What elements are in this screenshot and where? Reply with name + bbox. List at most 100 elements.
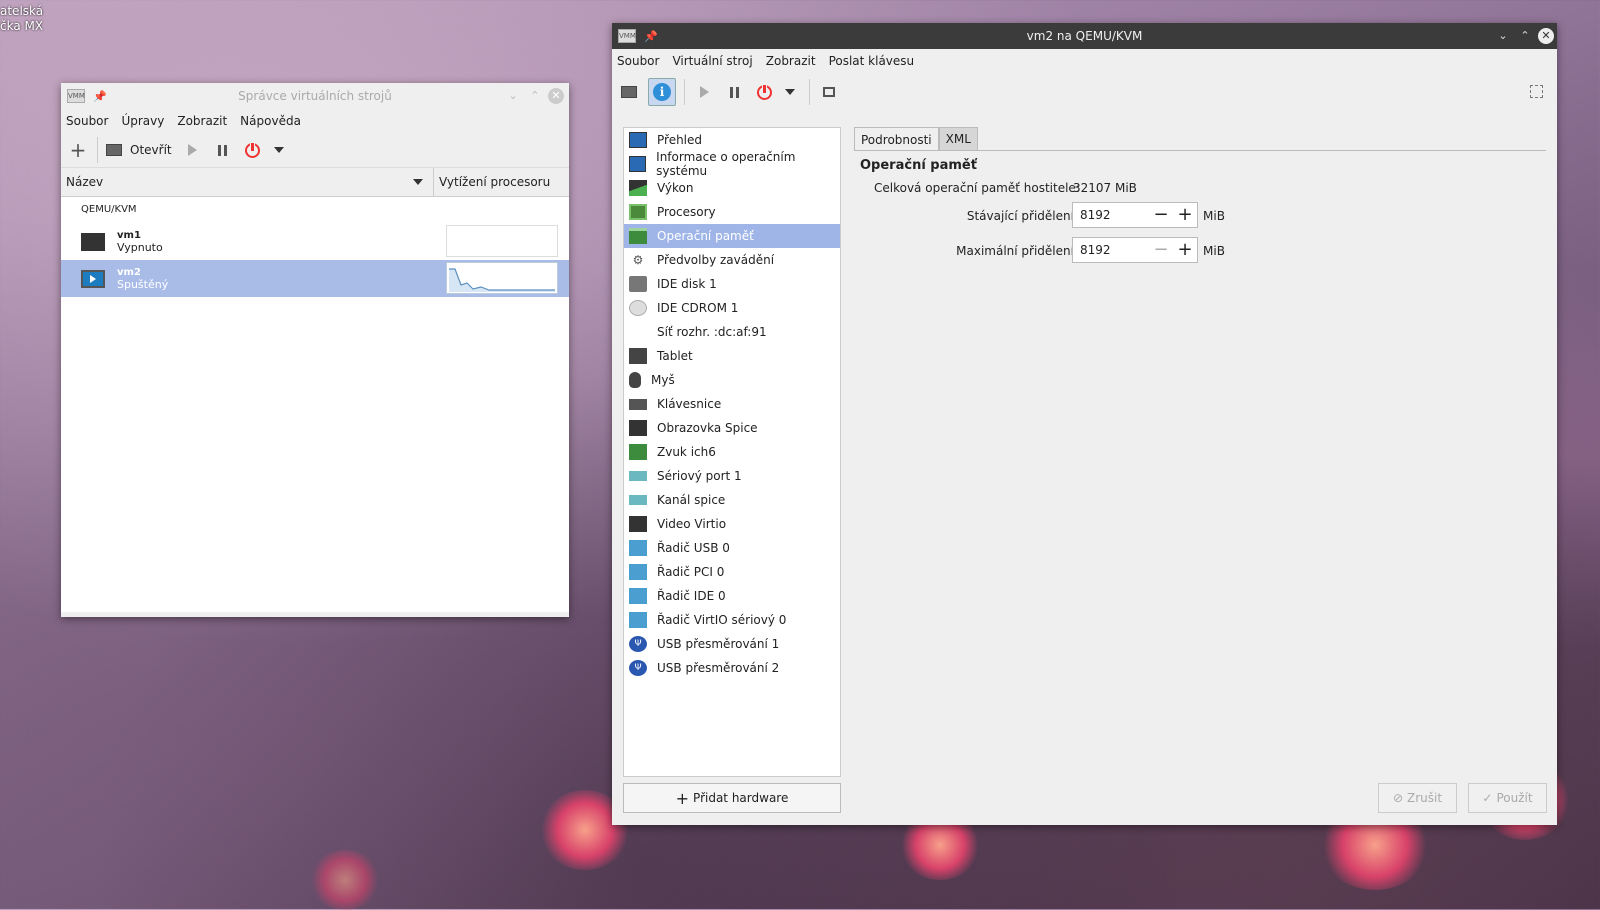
console-button[interactable]: [618, 81, 640, 103]
hardware-item[interactable]: Zvuk ich6: [624, 440, 840, 464]
pause-button[interactable]: [212, 139, 234, 161]
column-name[interactable]: Název: [61, 175, 433, 189]
shutdown-menu-button[interactable]: [268, 139, 290, 161]
channel-icon: [629, 495, 647, 505]
info-icon: i: [653, 83, 671, 101]
hardware-item[interactable]: Řadič VirtIO sériový 0: [624, 608, 840, 632]
add-hardware-button[interactable]: + Přidat hardware: [623, 783, 841, 813]
hardware-item[interactable]: Myš: [624, 368, 840, 392]
section-title: Operační paměť: [860, 158, 977, 173]
column-cpu[interactable]: Vytížení procesoru: [434, 175, 550, 189]
hardware-item[interactable]: Procesory: [624, 200, 840, 224]
cpu-usage-sparkline: [449, 268, 555, 292]
tab-divider: [854, 150, 1546, 151]
details-button[interactable]: i: [648, 78, 676, 106]
hardware-item[interactable]: Přehled: [624, 128, 840, 152]
usb-icon: Ψ: [629, 660, 647, 676]
hardware-item[interactable]: Ψ USB přesměrování 1: [624, 632, 840, 656]
vm-titlebar[interactable]: VMM 📌 vm2 na QEMU/KVM ⌄ ⌃ ✕: [612, 23, 1557, 49]
power-icon: [245, 141, 261, 158]
hardware-item-label: Řadič VirtIO sériový 0: [657, 613, 787, 627]
current-allocation-value[interactable]: 8192: [1073, 208, 1149, 222]
hardware-item[interactable]: Síť rozhr. :dc:af:91: [624, 320, 840, 344]
hardware-item[interactable]: Informace o operačním systému: [624, 150, 840, 178]
hardware-item[interactable]: IDE disk 1: [624, 272, 840, 296]
maximize-button[interactable]: ⌃: [1517, 28, 1533, 44]
menu-poslat-klavesu[interactable]: Poslat klávesu: [828, 54, 916, 68]
vm-toolbar: i: [612, 73, 1557, 111]
hardware-item[interactable]: Kanál spice: [624, 488, 840, 512]
tablet-icon: [629, 348, 647, 364]
cancel-button[interactable]: ⊘ Zrušit: [1378, 783, 1457, 813]
hardware-item-label: Obrazovka Spice: [657, 421, 758, 435]
close-button[interactable]: ✕: [548, 88, 564, 104]
close-button[interactable]: ✕: [1538, 28, 1554, 44]
menu-virtualni-stroj[interactable]: Virtuální stroj: [671, 54, 753, 68]
desktop-icon-label[interactable]: atelská čka MX: [0, 4, 43, 34]
shutdown-button[interactable]: [753, 81, 775, 103]
hardware-item-label: Řadič PCI 0: [657, 565, 725, 579]
hardware-item-label: Výkon: [657, 181, 694, 195]
decrement-button[interactable]: −: [1149, 238, 1173, 262]
hardware-item-label: Informace o operačním systému: [656, 150, 796, 178]
increment-button[interactable]: +: [1173, 203, 1197, 227]
minimize-button[interactable]: ⌄: [505, 88, 521, 104]
pause-button[interactable]: [723, 81, 745, 103]
tab-podrobnosti[interactable]: Podrobnosti: [854, 127, 939, 151]
hardware-item[interactable]: Operační paměť: [624, 224, 840, 248]
decrement-button[interactable]: −: [1149, 203, 1173, 227]
hardware-item[interactable]: Video Virtio: [624, 512, 840, 536]
mouse-icon: [629, 372, 641, 388]
chip-icon: [629, 204, 647, 220]
tab-xml[interactable]: XML: [938, 127, 978, 151]
vm-row-vm2[interactable]: vm2 Spuštěný: [61, 260, 569, 297]
menu-upravy[interactable]: Úpravy: [120, 114, 165, 128]
current-unit: MiB: [1203, 209, 1225, 223]
hardware-item[interactable]: Klávesnice: [624, 392, 840, 416]
new-vm-button[interactable]: +: [67, 138, 89, 162]
cpu-graph: [446, 262, 558, 294]
hardware-item[interactable]: Tablet: [624, 344, 840, 368]
manager-titlebar[interactable]: VMM 📌 Správce virtuálních strojů ⌄ ⌃ ✕: [61, 83, 569, 109]
menu-soubor[interactable]: Soubor: [65, 114, 109, 128]
maximize-button[interactable]: ⌃: [527, 88, 543, 104]
manager-title: Správce virtuálních strojů: [238, 89, 392, 103]
desktop-label-line1: atelská: [0, 4, 44, 18]
connection-row[interactable]: QEMU/KVM: [61, 197, 569, 223]
vm-window-title: vm2 na QEMU/KVM: [1026, 29, 1143, 43]
chevron-down-icon: [273, 147, 284, 153]
column-name-label: Název: [66, 175, 104, 189]
display-icon: [629, 420, 647, 436]
snapshots-button[interactable]: [818, 81, 840, 103]
hardware-item[interactable]: Výkon: [624, 176, 840, 200]
menu-soubor[interactable]: Soubor: [616, 54, 660, 68]
hardware-item[interactable]: Řadič USB 0: [624, 536, 840, 560]
hardware-item[interactable]: Obrazovka Spice: [624, 416, 840, 440]
max-allocation-value[interactable]: 8192: [1073, 243, 1149, 257]
hardware-item[interactable]: Řadič IDE 0: [624, 584, 840, 608]
hardware-item[interactable]: Ψ USB přesměrování 2: [624, 656, 840, 680]
menu-napoveda[interactable]: Nápověda: [239, 114, 302, 128]
increment-button[interactable]: +: [1173, 238, 1197, 262]
run-button[interactable]: [182, 139, 204, 161]
plus-icon: +: [675, 788, 690, 808]
hardware-item[interactable]: Sériový port 1: [624, 464, 840, 488]
open-button[interactable]: Otevřít: [106, 143, 172, 157]
vm-row-vm1[interactable]: vm1 Vypnuto: [61, 223, 569, 260]
menu-zobrazit[interactable]: Zobrazit: [765, 54, 817, 68]
hardware-item[interactable]: ⚙ Předvolby zavádění: [624, 248, 840, 272]
apply-button[interactable]: ✓ Použít: [1468, 783, 1547, 813]
vm-menubar: Soubor Virtuální stroj Zobrazit Poslat k…: [612, 49, 1557, 73]
run-button[interactable]: [693, 81, 715, 103]
menu-zobrazit[interactable]: Zobrazit: [176, 114, 228, 128]
minimize-button[interactable]: ⌄: [1495, 28, 1511, 44]
cdrom-icon: [629, 300, 647, 316]
shutdown-button[interactable]: [242, 139, 264, 161]
hardware-item-label: Sériový port 1: [657, 469, 742, 483]
shutdown-menu-button[interactable]: [779, 81, 801, 103]
fullscreen-icon[interactable]: [1530, 85, 1543, 98]
hardware-item[interactable]: Řadič PCI 0: [624, 560, 840, 584]
max-allocation-spinner[interactable]: 8192 − +: [1072, 237, 1198, 263]
current-allocation-spinner[interactable]: 8192 − +: [1072, 202, 1198, 228]
hardware-item[interactable]: IDE CDROM 1: [624, 296, 840, 320]
